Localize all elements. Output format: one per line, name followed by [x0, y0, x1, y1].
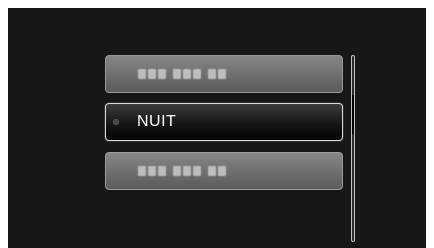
canvas: NUIT [0, 0, 434, 248]
menu-option-nuit[interactable]: NUIT [105, 103, 343, 141]
menu-option-label: NUIT [137, 113, 177, 130]
menu-option-upper[interactable] [105, 55, 343, 93]
scrollbar-thumb[interactable] [352, 95, 354, 134]
obscured-label [138, 69, 233, 79]
obscured-label [138, 166, 233, 176]
menu-option-lower[interactable] [105, 152, 343, 190]
selection-dot-icon [113, 119, 119, 125]
camera-menu-screen: NUIT [8, 8, 426, 248]
menu-scrollbar[interactable] [351, 55, 355, 242]
